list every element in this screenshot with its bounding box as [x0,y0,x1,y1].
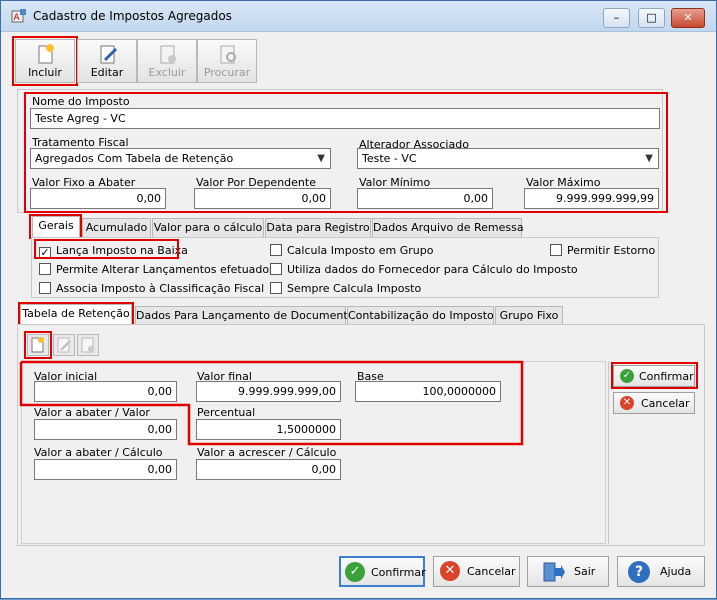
cancel-icon: ✕ [440,561,460,581]
check-icon: ✓ [620,369,634,383]
tabela-cancelar-label: Cancelar [641,397,690,410]
exit-icon [543,562,565,582]
cancelar-button[interactable]: ✕ Cancelar [433,556,520,587]
tabela-confirmar-label: Confirmar [639,370,694,383]
ajuda-label: Ajuda [660,565,692,578]
cancelar-label: Cancelar [467,565,516,578]
sair-label: Sair [574,565,596,578]
check-icon: ✓ [345,562,365,582]
tabela-confirmar-button[interactable]: ✓ Confirmar [613,365,695,387]
sair-button[interactable]: Sair [527,556,609,587]
cancel-icon: ✕ [620,396,634,410]
main-window: A Cadastro de Impostos Agregados – □ ✕ I… [0,0,717,599]
ajuda-button[interactable]: ? Ajuda [617,556,705,587]
tabela-cancelar-button[interactable]: ✕ Cancelar [613,392,695,414]
tabela-side-panel [608,361,705,544]
help-icon: ? [628,561,650,583]
confirmar-button[interactable]: ✓ Confirmar [339,556,426,587]
confirmar-label: Confirmar [371,566,426,579]
